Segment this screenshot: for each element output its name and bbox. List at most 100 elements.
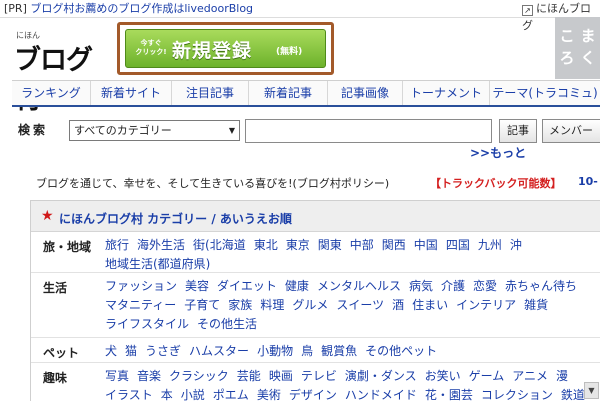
- category-link[interactable]: 関西: [382, 238, 406, 252]
- panel-title[interactable]: にほんブログ村 カテゴリー / あいうえお順: [59, 210, 292, 227]
- category-link[interactable]: ライフスタイル: [105, 317, 189, 331]
- register-banner: 今すぐ クリック! 新規登録 (無料): [117, 22, 334, 75]
- category-link[interactable]: お笑い: [425, 369, 461, 383]
- category-link[interactable]: 芸能: [237, 369, 261, 383]
- category-link[interactable]: 関東: [318, 238, 342, 252]
- category-link[interactable]: その他ペット: [365, 344, 437, 358]
- category-link[interactable]: 病気: [409, 279, 433, 293]
- more-link[interactable]: >>もっと: [470, 144, 526, 161]
- category-link[interactable]: 漫: [556, 369, 568, 383]
- category-link[interactable]: 地域生活(都道府県): [105, 257, 210, 271]
- dropdown-arrow-icon: ▼: [228, 126, 235, 135]
- tab-featured-articles[interactable]: 注目記事: [172, 81, 249, 105]
- category-link[interactable]: 酒: [392, 298, 404, 312]
- category-link[interactable]: 音楽: [137, 369, 161, 383]
- scroll-down-icon[interactable]: ▼: [584, 382, 599, 399]
- category-link[interactable]: 演劇・ダンス: [345, 369, 417, 383]
- category-select-value: すべてのカテゴリー: [74, 124, 172, 137]
- corner-logo-char: ま: [580, 27, 596, 45]
- category-link[interactable]: 猫: [125, 344, 137, 358]
- category-link[interactable]: 恋愛: [473, 279, 497, 293]
- search-members-button[interactable]: メンバー: [542, 119, 600, 143]
- category-link[interactable]: 鳥: [301, 344, 313, 358]
- category-select[interactable]: すべてのカテゴリー ▼: [69, 120, 240, 141]
- register-button[interactable]: 今すぐ クリック! 新規登録 (無料): [125, 29, 326, 68]
- register-free-text: (無料): [276, 47, 303, 57]
- external-link-icon: ↗: [522, 5, 533, 16]
- category-link[interactable]: アニメ: [512, 369, 548, 383]
- category-row-label: 趣味: [43, 371, 68, 385]
- category-link[interactable]: 小動物: [257, 344, 293, 358]
- category-link[interactable]: メンタルヘルス: [317, 279, 401, 293]
- site-logo[interactable]: にほん ブログ村: [14, 30, 109, 115]
- tab-article-images[interactable]: 記事画像: [328, 81, 403, 105]
- pr-ad-link[interactable]: ブログ村お薦めのブログ作成はlivedoorBlog: [30, 2, 253, 15]
- policy-text: ブログを通じて、幸せを、そして生きている喜びを!(ブログ村ポリシー): [36, 177, 390, 190]
- category-row-travel: 旅・地域 旅行 海外生活 街(北海道 東北 東京 関東 中部 関西 中国 四国 九州沖地域生活(都道…: [31, 232, 600, 273]
- category-link[interactable]: 中部: [350, 238, 374, 252]
- pr-ad[interactable]: [PR] ブログ村お薦めのブログ作成はlivedoorBlog: [4, 0, 253, 17]
- star-icon: ★: [41, 208, 54, 224]
- pr-tag: [PR]: [4, 2, 27, 15]
- category-link[interactable]: 健康: [285, 279, 309, 293]
- corner-logo-char: く: [580, 49, 596, 67]
- register-main-text: 新規登録: [172, 40, 253, 62]
- corner-logo-char: こ: [559, 27, 575, 45]
- category-row-pet: ペット 犬猫うさぎ ハムスター 小動物鳥観賞魚 その他ペット: [31, 338, 600, 363]
- category-link[interactable]: 街(北海道: [193, 238, 246, 252]
- tab-ranking[interactable]: ランキング: [12, 81, 91, 105]
- corner-logo[interactable]: こ ま ろ く: [555, 17, 600, 79]
- category-link[interactable]: 四国: [446, 238, 470, 252]
- category-link[interactable]: 料理: [260, 298, 284, 312]
- register-pre-line2: クリック!: [135, 48, 167, 56]
- category-row-label: 旅・地域: [43, 240, 92, 254]
- category-link[interactable]: 観賞魚: [321, 344, 357, 358]
- category-row-hobby: 趣味 写真 音楽 クラシック 芸能 映画 テレビ 演劇・ダンス お笑い ゲーム アニメ漫イラスト本…: [31, 363, 600, 403]
- category-link[interactable]: ダイエット: [217, 279, 277, 293]
- category-link[interactable]: 雑貨: [524, 298, 548, 312]
- category-link[interactable]: 家族: [228, 298, 252, 312]
- tab-tournament[interactable]: トーナメント: [403, 81, 490, 105]
- panel-header: ★ にほんブログ村 カテゴリー / あいうえお順: [31, 201, 600, 232]
- category-link[interactable]: クラシック: [169, 369, 229, 383]
- category-link[interactable]: グルメ: [292, 298, 328, 312]
- category-link[interactable]: 介護: [441, 279, 465, 293]
- category-links: 犬猫うさぎ ハムスター 小動物鳥観賞魚 その他ペット: [105, 342, 600, 361]
- category-row-life: 生活 ファッション 美容 ダイエット 健康 メンタルヘルス 病気 介護 恋愛 赤ちゃん待ち マタニ…: [31, 273, 600, 338]
- register-pre-line1: 今すぐ: [140, 39, 162, 47]
- category-link[interactable]: 旅行: [105, 238, 129, 252]
- category-link[interactable]: 犬: [105, 344, 117, 358]
- trackback-count[interactable]: 10-: [578, 175, 598, 188]
- tab-new-articles[interactable]: 新着記事: [249, 81, 328, 105]
- search-input[interactable]: [245, 119, 492, 143]
- category-link[interactable]: ゲーム: [469, 369, 505, 383]
- search-articles-button[interactable]: 記事: [499, 119, 537, 143]
- category-link[interactable]: 東北: [254, 238, 278, 252]
- category-link[interactable]: テレビ: [301, 369, 337, 383]
- category-link[interactable]: 美容: [185, 279, 209, 293]
- category-link[interactable]: 子育て: [184, 298, 220, 312]
- category-row-label: ペット: [43, 346, 80, 360]
- category-link[interactable]: 海外生活: [137, 238, 185, 252]
- category-link[interactable]: 中国: [414, 238, 438, 252]
- category-link[interactable]: 沖: [510, 238, 522, 252]
- search-label: 検索: [18, 123, 49, 137]
- category-link[interactable]: うさぎ: [145, 344, 181, 358]
- category-link[interactable]: 赤ちゃん待ち: [505, 279, 577, 293]
- nav-tabs: ランキング 新着サイト 注目記事 新着記事 記事画像 トーナメント テーマ(トラ…: [12, 80, 600, 107]
- corner-logo-char: ろ: [559, 49, 575, 67]
- category-link[interactable]: マタニティー: [105, 298, 176, 312]
- category-link[interactable]: その他生活: [197, 317, 257, 331]
- category-link[interactable]: インテリア: [456, 298, 516, 312]
- category-link[interactable]: 東京: [286, 238, 310, 252]
- category-link[interactable]: ハムスター: [189, 344, 249, 358]
- tab-theme[interactable]: テーマ(トラコミュ): [490, 81, 600, 105]
- category-link[interactable]: 映画: [269, 369, 293, 383]
- category-link[interactable]: スイーツ: [336, 298, 384, 312]
- category-links: 写真 音楽 クラシック 芸能 映画 テレビ 演劇・ダンス お笑い ゲーム アニメ漫イラスト本小説ポ…: [105, 367, 600, 405]
- category-link[interactable]: ファッション: [105, 279, 177, 293]
- category-link[interactable]: 写真: [105, 369, 129, 383]
- category-link[interactable]: 住まい: [412, 298, 448, 312]
- category-link[interactable]: 九州: [478, 238, 502, 252]
- tab-new-sites[interactable]: 新着サイト: [91, 81, 172, 105]
